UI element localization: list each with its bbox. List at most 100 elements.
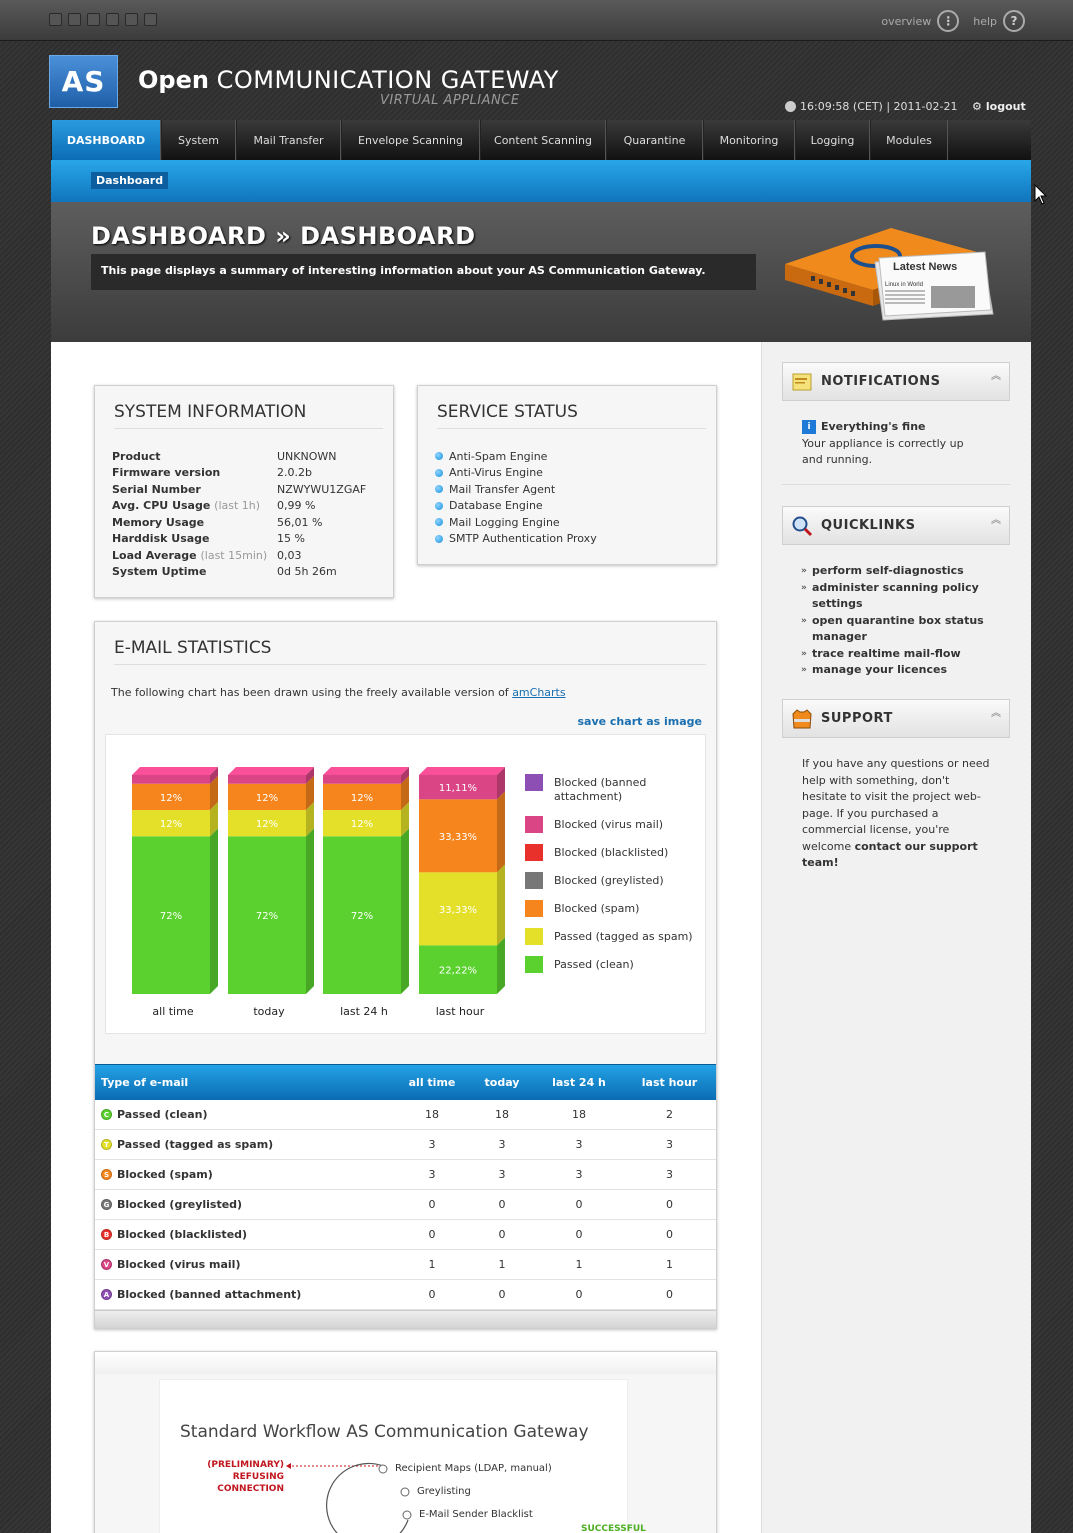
column-header[interactable]: today: [469, 1076, 535, 1089]
tab-quarantine[interactable]: Quarantine: [606, 120, 703, 160]
table-row: B Blocked (blacklisted) 0 0 0 0: [95, 1220, 716, 1250]
table-footer: [95, 1310, 716, 1328]
notifications-content: i Everything's fine Your appliance is cor…: [802, 419, 1007, 469]
email-type-icon: G: [101, 1199, 112, 1210]
bar-top-face: [323, 767, 409, 775]
bar-data-label: 12%: [256, 819, 278, 830]
tab-dashboard[interactable]: DASHBOARD: [51, 120, 161, 160]
notification-text: Your appliance is correctly up and runni…: [802, 436, 964, 467]
column-header[interactable]: Type of e-mail: [95, 1076, 395, 1089]
collapse-icon[interactable]: ︽: [991, 372, 1001, 382]
service-item: Anti-Spam Engine: [435, 448, 597, 465]
quicklinks-header[interactable]: QUICKLINKS ︽: [782, 506, 1010, 545]
service-name: Database Engine: [449, 499, 543, 513]
bar-data-label: 22,22%: [439, 966, 477, 977]
legend-label[interactable]: Blocked (virus mail): [554, 818, 663, 831]
main-content: SYSTEM INFORMATION Product UNKNOWN Firmwa…: [51, 342, 761, 1533]
quicklink[interactable]: administer scanning policy settings: [801, 580, 987, 613]
window-control[interactable]: [68, 13, 81, 26]
system-information-title: SYSTEM INFORMATION: [114, 402, 383, 429]
sysinfo-key-label: Avg. CPU Usage: [112, 499, 211, 513]
table-cell-count: 0: [498, 1228, 506, 1241]
legend-swatch[interactable]: [525, 956, 543, 973]
column-header[interactable]: last hour: [623, 1076, 716, 1089]
page-title: DASHBOARD » DASHBOARD: [91, 222, 476, 250]
legend-label[interactable]: Blocked (banned attachment): [554, 776, 646, 803]
subnav-dashboard[interactable]: Dashboard: [91, 172, 169, 189]
amcharts-link[interactable]: amCharts: [512, 686, 565, 699]
sysinfo-key-label: Product: [112, 449, 161, 463]
legend-swatch[interactable]: [525, 844, 543, 861]
workflow-panel: Standard Workflow AS Communication Gatew…: [94, 1351, 717, 1533]
tab-mail-transfer[interactable]: Mail Transfer: [236, 120, 341, 160]
tab-modules[interactable]: Modules: [870, 120, 948, 160]
email-type-icon: A: [101, 1289, 112, 1300]
legend-label[interactable]: Blocked (blacklisted): [554, 846, 668, 859]
column-header[interactable]: last 24 h: [535, 1076, 623, 1089]
table-cell-count: 18: [495, 1108, 509, 1121]
legend-label[interactable]: Passed (tagged as spam): [554, 930, 693, 943]
column-header[interactable]: all time: [395, 1076, 469, 1089]
service-item: SMTP Authentication Proxy: [435, 531, 597, 548]
workflow-step: Recipient Maps (LDAP, manual): [395, 1463, 552, 1474]
legend-swatch[interactable]: [525, 774, 543, 791]
help-link[interactable]: help: [973, 15, 997, 28]
table-cell-count: 0: [666, 1288, 673, 1301]
overview-link[interactable]: overview: [881, 15, 931, 28]
tab-content-scanning[interactable]: Content Scanning: [480, 120, 606, 160]
sysinfo-key: Firmware version: [112, 466, 277, 479]
help-icon[interactable]: ?: [1003, 10, 1025, 32]
legend-swatch[interactable]: [525, 816, 543, 833]
clock-icon: [785, 101, 796, 112]
table-cell-count: 3: [428, 1138, 436, 1151]
table-cell-count: 1: [498, 1258, 506, 1271]
window-controls: [49, 13, 157, 26]
quicklink[interactable]: manage your licences: [801, 662, 1007, 679]
tab-system[interactable]: System: [161, 120, 236, 160]
tab-envelope-scanning[interactable]: Envelope Scanning: [341, 120, 480, 160]
legend-swatch[interactable]: [525, 872, 543, 889]
window-control[interactable]: [49, 13, 62, 26]
logout-link[interactable]: ⚙ logout: [972, 100, 1026, 113]
table-cell-type: V Blocked (virus mail): [95, 1258, 395, 1271]
tab-logging[interactable]: Logging: [795, 120, 870, 160]
legend-label[interactable]: Blocked (greylisted): [554, 874, 664, 887]
quicklinks-title: QUICKLINKS: [821, 518, 916, 533]
support-title: SUPPORT: [821, 711, 893, 726]
sysinfo-key-label: Harddisk Usage: [112, 532, 210, 546]
window-control[interactable]: [144, 13, 157, 26]
support-header[interactable]: SUPPORT ︽: [782, 699, 1010, 738]
service-item: Anti-Virus Engine: [435, 465, 597, 482]
latest-news-illustration[interactable]: Latest News Linux in World: [781, 218, 997, 322]
quicklink[interactable]: perform self-diagnostics: [801, 563, 1007, 580]
bar-segment-side: [401, 828, 409, 994]
sysinfo-value: 15 %: [277, 532, 305, 546]
table-cell-count: 18: [572, 1108, 586, 1121]
bar-data-label: 12%: [256, 793, 278, 804]
sysinfo-key-label: Load Average: [112, 548, 197, 562]
tab-monitoring[interactable]: Monitoring: [703, 120, 795, 160]
notifications-header[interactable]: NOTIFICATIONS ︽: [782, 362, 1010, 401]
sysinfo-key-label: Memory Usage: [112, 515, 205, 529]
table-cell-type: G Blocked (greylisted): [95, 1198, 395, 1211]
legend-swatch[interactable]: [525, 928, 543, 945]
collapse-icon[interactable]: ︽: [991, 709, 1001, 719]
legend-label[interactable]: Blocked (spam): [554, 902, 639, 915]
quicklink[interactable]: open quarantine box status manager: [801, 613, 992, 646]
table-cell-count: 3: [666, 1138, 673, 1151]
collapse-icon[interactable]: ︽: [991, 516, 1001, 526]
category-label: last hour: [436, 1005, 485, 1018]
overview-icon[interactable]: ⋮: [937, 10, 960, 32]
safety-vest-icon: [792, 708, 812, 728]
window-control[interactable]: [125, 13, 138, 26]
legend-label[interactable]: Passed (clean): [554, 958, 634, 971]
window-control[interactable]: [106, 13, 119, 26]
divider: [782, 484, 1010, 485]
system-information-list: Product UNKNOWN Firmware version 2.0.2b Se…: [112, 448, 366, 580]
window-control[interactable]: [87, 13, 100, 26]
sysinfo-key-label: Firmware version: [112, 466, 221, 480]
quicklink[interactable]: trace realtime mail-flow: [801, 646, 1007, 663]
bar-segment-side: [497, 937, 505, 994]
save-chart-link[interactable]: save chart as image: [577, 715, 702, 728]
legend-swatch[interactable]: [525, 900, 543, 917]
